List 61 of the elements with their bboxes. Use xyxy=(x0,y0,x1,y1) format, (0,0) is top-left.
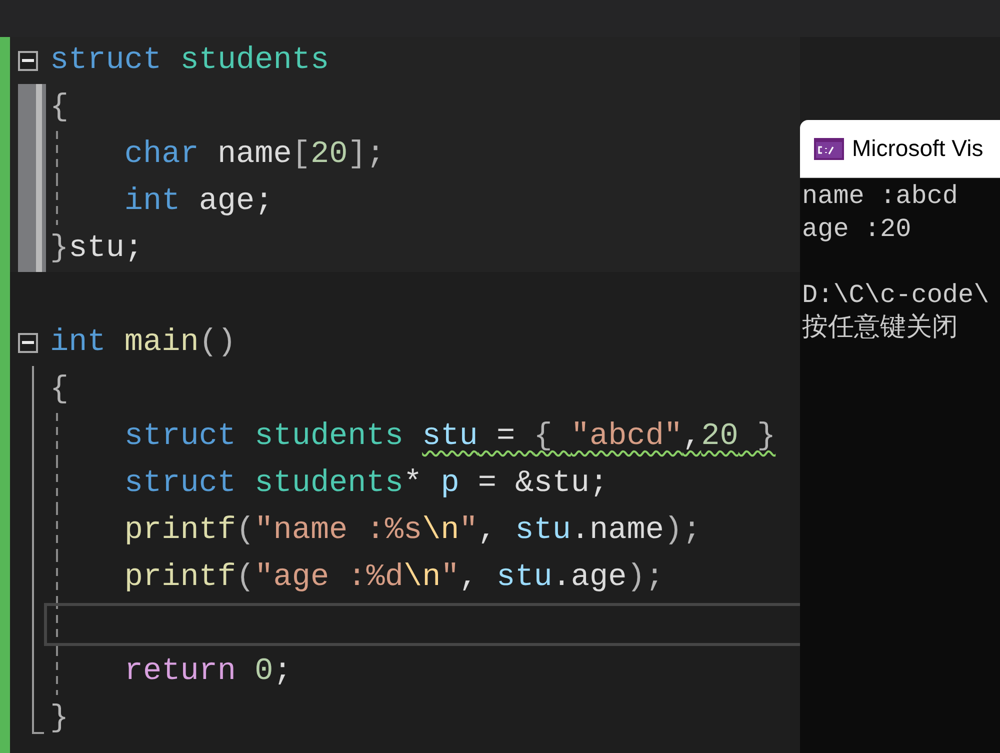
punctuation: } xyxy=(756,419,776,454)
punctuation: } xyxy=(50,701,69,736)
type-name: students xyxy=(180,43,330,78)
code-text: * xyxy=(403,466,424,501)
code-text: , xyxy=(682,419,702,454)
variable-name: stu xyxy=(496,560,552,595)
console-output-line: age :20 xyxy=(802,213,912,246)
punctuation: ); xyxy=(626,560,664,595)
punctuation: { xyxy=(534,419,554,454)
punctuation: () xyxy=(198,325,236,360)
variable-name: p xyxy=(440,466,460,501)
console-title-bar[interactable]: Microsoft Vis xyxy=(800,120,1000,178)
keyword: struct xyxy=(123,419,238,454)
number-literal: 20 xyxy=(310,137,348,172)
function-name: main xyxy=(124,325,199,360)
escape-sequence: \n xyxy=(403,560,441,595)
punctuation: { xyxy=(50,90,69,125)
string-literal: "age :%d xyxy=(254,560,404,595)
string-literal: " xyxy=(459,513,478,548)
code-text: = &stu; xyxy=(476,466,608,501)
string-literal: "name :%s xyxy=(254,513,422,548)
string-literal: " xyxy=(440,560,460,595)
punctuation: ( xyxy=(236,560,255,595)
console-app-icon xyxy=(814,138,844,160)
punctuation: [ xyxy=(292,137,310,172)
keyword: char xyxy=(123,137,200,172)
keyword: struct xyxy=(123,466,238,501)
function-name: printf xyxy=(123,513,236,548)
collapse-icon[interactable] xyxy=(18,332,38,352)
code-text: , xyxy=(459,560,479,595)
code-text: name xyxy=(217,137,292,172)
punctuation: ); xyxy=(664,513,702,548)
code-text: .age xyxy=(552,560,627,595)
number-literal: 0 xyxy=(254,654,274,689)
collapse-icon[interactable] xyxy=(18,50,38,70)
code-text: = xyxy=(495,419,516,454)
string-literal: "abcd" xyxy=(570,419,683,454)
console-output-line: 按任意键关闭 xyxy=(802,312,959,345)
code-text: age; xyxy=(198,184,274,219)
number-literal: 20 xyxy=(701,419,738,454)
type-name: students xyxy=(254,466,404,501)
function-name: printf xyxy=(123,560,236,595)
keyword: int xyxy=(50,325,107,360)
punctuation: ]; xyxy=(348,137,385,172)
escape-sequence: \n xyxy=(422,513,460,548)
code-text: ; xyxy=(273,654,292,689)
keyword: return xyxy=(123,654,238,689)
console-title: Microsoft Vis xyxy=(852,135,984,162)
type-name: students xyxy=(254,419,404,454)
punctuation: } xyxy=(50,231,69,266)
keyword: int xyxy=(123,184,182,219)
code-text: .name xyxy=(570,513,664,548)
console-output-line: D:\C\c-code\ xyxy=(802,279,990,312)
punctuation: { xyxy=(50,372,69,407)
console-output-line: name :abcd xyxy=(802,180,960,213)
variable-name: stu xyxy=(422,419,478,454)
code-text: , xyxy=(478,513,498,548)
code-text: stu; xyxy=(68,231,144,266)
punctuation: ( xyxy=(236,513,255,548)
variable-name: stu xyxy=(515,513,571,548)
keyword: struct xyxy=(50,43,163,78)
